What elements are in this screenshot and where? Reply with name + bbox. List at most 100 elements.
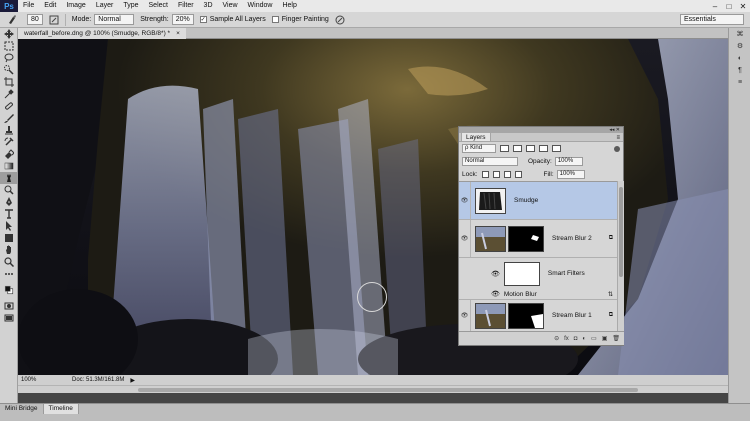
menu-window[interactable]: Window bbox=[243, 0, 278, 12]
horizontal-scrollbar-thumb[interactable] bbox=[138, 388, 638, 392]
visibility-eye-icon[interactable]: 👁 bbox=[459, 220, 471, 257]
new-layer-icon[interactable]: ▣ bbox=[602, 335, 608, 342]
smudge-tool-icon[interactable] bbox=[0, 172, 18, 184]
workspace-select[interactable]: Essentials bbox=[680, 14, 744, 25]
minimize-button[interactable]: – bbox=[708, 0, 722, 12]
menu-help[interactable]: Help bbox=[277, 0, 301, 12]
close-document-icon[interactable]: × bbox=[176, 28, 180, 39]
filter-pixel-icon[interactable] bbox=[500, 145, 509, 152]
zoom-level[interactable]: 100% bbox=[18, 377, 42, 383]
layer-row-stream-blur-2[interactable]: 👁 Stream Blur 2 ⧉ bbox=[459, 220, 617, 258]
more-tools-icon[interactable] bbox=[0, 268, 18, 280]
filter-type-icon[interactable] bbox=[526, 145, 535, 152]
clone-stamp-tool-icon[interactable] bbox=[0, 124, 18, 136]
quick-selection-tool-icon[interactable] bbox=[0, 64, 18, 76]
filter-eye-icon[interactable]: 👁 bbox=[491, 290, 500, 298]
smart-filters-row[interactable]: 👁 Smart Filters bbox=[459, 258, 617, 289]
menu-3d[interactable]: 3D bbox=[199, 0, 218, 12]
visibility-eye-icon[interactable]: 👁 bbox=[459, 182, 471, 219]
history-panel-icon[interactable]: ⌘ bbox=[729, 28, 750, 40]
menu-file[interactable]: File bbox=[18, 0, 39, 12]
zoom-tool-icon[interactable] bbox=[0, 256, 18, 268]
tab-layers[interactable]: Layers bbox=[461, 132, 491, 141]
lock-pixels-icon[interactable] bbox=[492, 171, 500, 178]
filter-blending-options-icon[interactable]: ⇅ bbox=[608, 291, 613, 298]
eraser-tool-icon[interactable] bbox=[0, 148, 18, 160]
strength-field[interactable]: 20% bbox=[171, 14, 194, 25]
healing-brush-tool-icon[interactable] bbox=[0, 100, 18, 112]
smart-filter-mask-thumbnail[interactable] bbox=[503, 261, 540, 286]
menu-edit[interactable]: Edit bbox=[39, 0, 61, 12]
mode-select[interactable]: Normal bbox=[94, 14, 135, 25]
new-group-icon[interactable]: ▭ bbox=[591, 335, 597, 342]
filter-smart-object-icon[interactable] bbox=[552, 145, 561, 152]
filter-toggle-icon[interactable] bbox=[614, 145, 620, 152]
maximize-button[interactable]: □ bbox=[722, 0, 736, 12]
dodge-tool-icon[interactable] bbox=[0, 184, 18, 196]
channels-panel-icon[interactable]: ≡ bbox=[729, 76, 750, 88]
layers-scrollbar-thumb[interactable] bbox=[619, 187, 623, 277]
hand-tool-icon[interactable] bbox=[0, 244, 18, 256]
history-brush-tool-icon[interactable] bbox=[0, 136, 18, 148]
layer-mask-thumbnail[interactable] bbox=[508, 225, 544, 252]
panel-menu-icon[interactable]: ≡ bbox=[616, 135, 620, 141]
blend-mode-select[interactable]: Normal bbox=[462, 157, 518, 166]
layer-row-stream-blur-1[interactable]: 👁 Stream Blur 1 ⧉ bbox=[459, 300, 617, 332]
sample-all-layers-checkbox[interactable]: ✓ bbox=[199, 16, 207, 23]
link-layers-icon[interactable]: ⊝ bbox=[554, 335, 559, 342]
shape-tool-icon[interactable] bbox=[0, 232, 18, 244]
menu-layer[interactable]: Layer bbox=[91, 0, 119, 12]
smart-filter-eye-icon[interactable]: 👁 bbox=[491, 270, 500, 278]
add-mask-icon[interactable]: ◘ bbox=[574, 336, 578, 342]
close-window-button[interactable]: ✕ bbox=[736, 0, 750, 12]
properties-panel-icon[interactable]: ⚙ bbox=[729, 40, 750, 52]
visibility-eye-icon[interactable] bbox=[459, 289, 471, 299]
smudge-tool-preset-icon[interactable] bbox=[6, 14, 18, 26]
path-selection-tool-icon[interactable] bbox=[0, 220, 18, 232]
filter-row-motion-blur[interactable]: 👁 Motion Blur ⇅ bbox=[459, 289, 617, 300]
screen-mode-icon[interactable] bbox=[0, 312, 18, 324]
lock-position-icon[interactable] bbox=[503, 171, 511, 178]
move-tool-icon[interactable] bbox=[0, 28, 18, 40]
visibility-eye-icon[interactable] bbox=[459, 258, 471, 289]
brush-tool-icon[interactable] bbox=[0, 112, 18, 124]
brush-panel-toggle-icon[interactable] bbox=[49, 15, 59, 25]
layer-mask-thumbnail[interactable] bbox=[508, 302, 544, 329]
pen-tool-icon[interactable] bbox=[0, 196, 18, 208]
type-tool-icon[interactable] bbox=[0, 208, 18, 220]
marquee-tool-icon[interactable] bbox=[0, 40, 18, 52]
tab-mini-bridge[interactable]: Mini Bridge bbox=[0, 404, 44, 414]
eyedropper-tool-icon[interactable] bbox=[0, 88, 18, 100]
adjustment-layer-icon[interactable]: ◐ bbox=[582, 336, 586, 342]
layers-scrollbar[interactable] bbox=[617, 181, 624, 331]
lasso-tool-icon[interactable] bbox=[0, 52, 18, 64]
finger-painting-checkbox[interactable] bbox=[271, 16, 279, 23]
filter-shape-icon[interactable] bbox=[539, 145, 548, 152]
menu-type[interactable]: Type bbox=[118, 0, 143, 12]
layer-style-icon[interactable]: fx bbox=[564, 336, 569, 342]
color-swatches[interactable] bbox=[0, 280, 18, 300]
filter-adjustment-icon[interactable] bbox=[513, 145, 522, 152]
lock-transparent-icon[interactable] bbox=[481, 171, 489, 178]
opacity-field[interactable]: 100% bbox=[554, 157, 583, 166]
layer-row-smudge[interactable]: 👁 Smudge bbox=[459, 182, 617, 220]
adjustments-panel-icon[interactable]: ◐ bbox=[729, 52, 750, 64]
brush-size-field[interactable]: 80 bbox=[27, 14, 43, 25]
fill-field[interactable]: 100% bbox=[556, 170, 585, 179]
status-menu-arrow-icon[interactable]: ▶ bbox=[130, 377, 135, 384]
lock-all-icon[interactable] bbox=[514, 171, 522, 178]
document-tab[interactable]: waterfall_before.dng @ 100% (Smudge, RGB… bbox=[18, 28, 186, 39]
horizontal-scrollbar[interactable] bbox=[18, 385, 728, 393]
paragraph-panel-icon[interactable]: ¶ bbox=[729, 64, 750, 76]
filter-kind-select[interactable]: ρ Kind bbox=[462, 144, 496, 153]
pressure-size-icon[interactable] bbox=[335, 15, 345, 25]
delete-layer-icon[interactable]: 🗑 bbox=[612, 335, 620, 342]
tab-timeline[interactable]: Timeline bbox=[43, 404, 79, 414]
menu-select[interactable]: Select bbox=[144, 0, 173, 12]
menu-image[interactable]: Image bbox=[61, 0, 90, 12]
menu-view[interactable]: View bbox=[218, 0, 243, 12]
quick-mask-icon[interactable] bbox=[0, 300, 18, 312]
gradient-tool-icon[interactable] bbox=[0, 160, 18, 172]
menu-filter[interactable]: Filter bbox=[173, 0, 199, 12]
crop-tool-icon[interactable] bbox=[0, 76, 18, 88]
